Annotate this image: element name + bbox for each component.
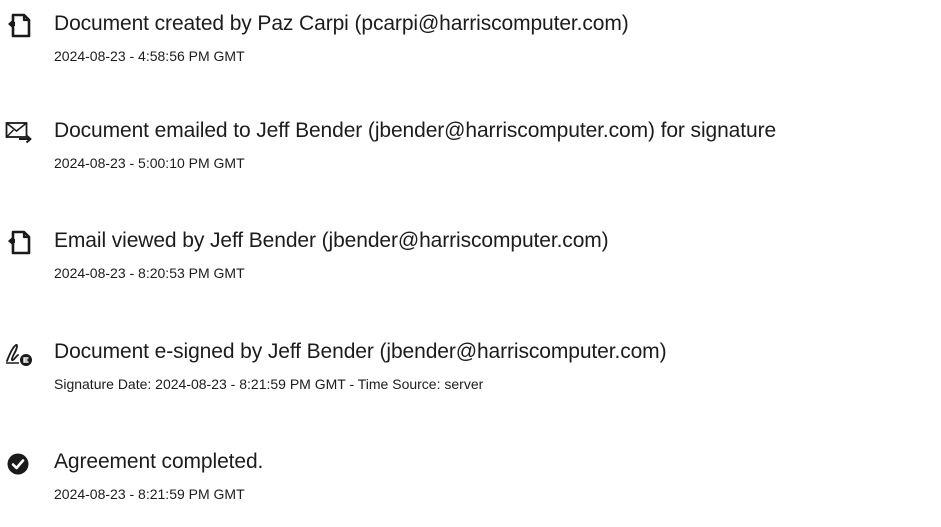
event-document-created: Document created by Paz Carpi (pcarpi@ha…	[0, 9, 941, 89]
document-viewed-icon	[4, 228, 34, 258]
event-timestamp: 2024-08-23 - 5:00:10 PM GMT	[54, 155, 245, 171]
event-timestamp: Signature Date: 2024-08-23 - 8:21:59 PM …	[54, 376, 484, 392]
event-timestamp: 2024-08-23 - 4:58:56 PM GMT	[54, 48, 245, 64]
event-title: Document emailed to Jeff Bender (jbender…	[54, 119, 777, 142]
document-created-icon	[4, 11, 34, 41]
event-timestamp: 2024-08-23 - 8:20:53 PM GMT	[54, 265, 245, 281]
email-sent-icon	[4, 118, 34, 148]
event-document-e-signed: Document e-signed by Jeff Bender (jbende…	[0, 337, 941, 417]
audit-history: Document created by Paz Carpi (pcarpi@ha…	[0, 0, 941, 518]
check-circle-icon	[4, 449, 34, 479]
event-agreement-completed: Agreement completed. 2024-08-23 - 8:21:5…	[0, 447, 941, 527]
e-sign-icon	[4, 339, 34, 369]
event-timestamp: 2024-08-23 - 8:21:59 PM GMT	[54, 486, 245, 502]
event-title: Document e-signed by Jeff Bender (jbende…	[54, 340, 667, 363]
event-title: Agreement completed.	[54, 450, 264, 473]
event-title: Email viewed by Jeff Bender (jbender@har…	[54, 229, 609, 252]
event-document-emailed: Document emailed to Jeff Bender (jbender…	[0, 116, 941, 196]
event-title: Document created by Paz Carpi (pcarpi@ha…	[54, 12, 629, 35]
event-email-viewed: Email viewed by Jeff Bender (jbender@har…	[0, 226, 941, 306]
